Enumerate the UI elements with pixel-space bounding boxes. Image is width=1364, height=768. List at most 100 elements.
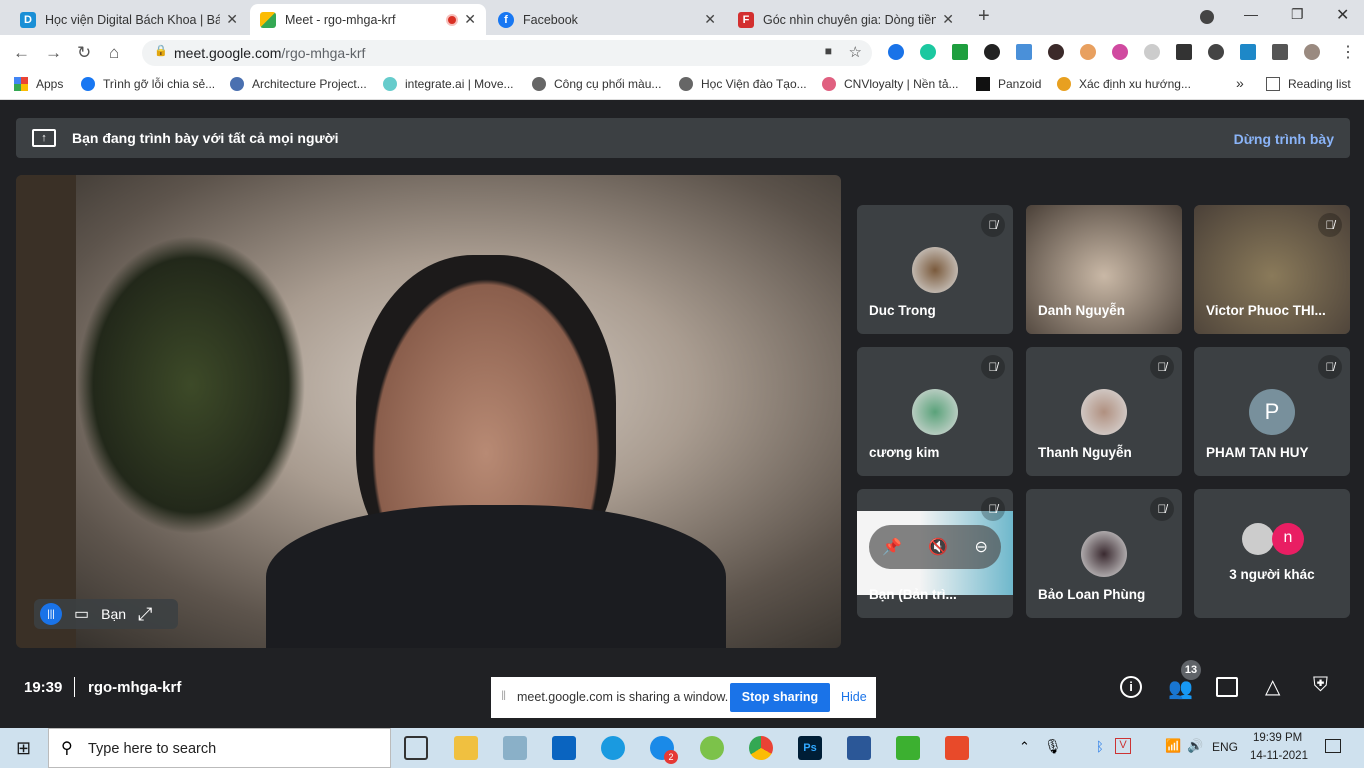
word-icon[interactable] xyxy=(847,736,871,760)
tab-search-icon[interactable] xyxy=(1200,10,1214,24)
participant-tile[interactable]: Danh Nguyễn xyxy=(1026,205,1182,334)
windows-start-icon[interactable]: ⊞ xyxy=(16,738,31,759)
outlook-icon[interactable] xyxy=(552,736,576,760)
extension-icon[interactable] xyxy=(984,44,1000,60)
language-indicator[interactable]: ENG xyxy=(1212,740,1238,754)
fullscreen-icon[interactable]: ⤢ xyxy=(138,604,152,625)
camtasia-recorder-icon[interactable] xyxy=(945,736,969,760)
bookmark-item[interactable]: integrate.ai | Move... xyxy=(383,77,514,91)
participant-tile[interactable]: Bảo Loan Phùng 🎙̸ xyxy=(1026,489,1182,618)
bookmarks-overflow[interactable]: » xyxy=(1236,75,1244,91)
chat-icon[interactable] xyxy=(1216,677,1238,697)
stop-presenting-button[interactable]: Dừng trình bày xyxy=(1234,131,1334,147)
participant-tile[interactable]: Thanh Nguyễn 🎙̸ xyxy=(1026,347,1182,476)
chrome-icon[interactable] xyxy=(749,736,773,760)
bookmark-label: Apps xyxy=(36,77,64,91)
pin-icon[interactable]: 📌 xyxy=(882,537,902,557)
stop-sharing-button[interactable]: Stop sharing xyxy=(730,683,830,712)
participant-name: Danh Nguyễn xyxy=(1038,303,1126,318)
host-controls-shield-icon[interactable]: ⛨ xyxy=(1313,674,1328,697)
bookmark-item[interactable]: Panzoid xyxy=(976,77,1041,91)
tab-title: Góc nhìn chuyên gia: Dòng tiền c xyxy=(763,12,937,27)
tab-goc-nhin[interactable]: F Góc nhìn chuyên gia: Dòng tiền c ✕ xyxy=(728,4,964,35)
show-hidden-icons[interactable]: ⌃ xyxy=(1019,739,1030,755)
notifications-icon[interactable] xyxy=(1325,739,1341,753)
participant-name: Bạn (Bản trì... xyxy=(869,587,957,602)
file-explorer-icon[interactable] xyxy=(454,736,478,760)
volume-icon[interactable]: 🔊 xyxy=(1187,738,1203,754)
extension-icon[interactable] xyxy=(1048,44,1064,60)
avatar xyxy=(912,246,958,293)
tile-hover-controls: 📌 🔇 ⊖ xyxy=(869,525,1001,569)
extension-icon[interactable] xyxy=(1112,44,1128,60)
restore-button[interactable]: ❐ xyxy=(1291,6,1304,23)
extension-icon[interactable] xyxy=(1016,44,1032,60)
microphone-icon[interactable]: 🎙 xyxy=(1044,738,1062,755)
task-view-icon[interactable] xyxy=(404,736,428,760)
extension-icon[interactable] xyxy=(920,44,936,60)
close-tab-icon[interactable]: ✕ xyxy=(942,11,954,28)
extension-icon[interactable] xyxy=(1208,44,1224,60)
profile-avatar[interactable] xyxy=(1304,44,1320,60)
tab-facebook[interactable]: f Facebook ✕ xyxy=(488,4,726,35)
extension-icon[interactable] xyxy=(1080,44,1096,60)
extensions-puzzle-icon[interactable] xyxy=(1272,44,1288,60)
bookmark-item[interactable]: Trình gỡ lỗi chia sẻ... xyxy=(81,77,215,91)
download-icon[interactable] xyxy=(1176,44,1192,60)
address-bar[interactable]: 🔒 meet.google.com/rgo-mhga-krf ■ ☆ xyxy=(142,40,872,66)
photoshop-icon[interactable]: Ps xyxy=(798,736,822,760)
extension-icon[interactable] xyxy=(1240,44,1256,60)
bookmark-item[interactable]: Architecture Project... xyxy=(230,77,367,91)
extension-icon[interactable] xyxy=(888,44,904,60)
menu-icon[interactable]: ⋮ xyxy=(1340,42,1356,62)
wifi-icon[interactable]: 📶 xyxy=(1165,738,1181,754)
participant-tile[interactable]: cương kim 🎙̸ xyxy=(857,347,1013,476)
reading-list[interactable]: Reading list xyxy=(1266,77,1351,91)
extension-icon[interactable] xyxy=(952,44,968,60)
camera-icon[interactable]: ■ xyxy=(825,44,832,58)
bookmark-label: integrate.ai | Move... xyxy=(405,77,514,91)
app-icon[interactable] xyxy=(503,736,527,760)
bookmark-star-icon[interactable]: ☆ xyxy=(849,43,862,61)
home-icon[interactable]: ⌂ xyxy=(109,43,119,63)
participant-tile[interactable]: 📌 🔇 ⊖ Bạn (Bản trì... 🎙̸ xyxy=(857,489,1013,618)
participant-tile[interactable]: Duc Trong 🎙̸ xyxy=(857,205,1013,334)
participant-name: cương kim xyxy=(869,445,940,460)
forward-icon[interactable]: → xyxy=(45,43,62,63)
clock-date[interactable]: 14-11-2021 xyxy=(1250,750,1308,762)
people-count-badge: 13 xyxy=(1181,660,1201,680)
close-tab-icon[interactable]: ✕ xyxy=(464,11,476,28)
activities-icon[interactable]: △ xyxy=(1265,674,1280,699)
zalo-icon[interactable]: 2 xyxy=(650,736,678,764)
taskbar-search-box[interactable]: ⚲ Type here to search xyxy=(48,728,391,768)
app-tray-icon[interactable]: V xyxy=(1115,738,1131,754)
reload-icon[interactable]: ↻ xyxy=(77,43,91,63)
close-tab-icon[interactable]: ✕ xyxy=(226,11,238,28)
drag-handle[interactable]: ‖ xyxy=(501,689,506,703)
clock-time[interactable]: 19:39 PM xyxy=(1253,732,1302,744)
participant-tile[interactable]: Victor Phuoc THI... 🎙̸ xyxy=(1194,205,1350,334)
extension-icon[interactable] xyxy=(1144,44,1160,60)
bookmark-item[interactable]: Học Viện đào Tạo... xyxy=(679,77,807,91)
back-icon[interactable]: ← xyxy=(13,43,30,63)
close-tab-icon[interactable]: ✕ xyxy=(704,11,716,28)
tab-meet[interactable]: Meet - rgo-mhga-krf ✕ xyxy=(250,4,486,35)
mute-icon[interactable]: 🔇 xyxy=(928,537,948,557)
participant-tile[interactable]: P PHAM TAN HUY 🎙̸ xyxy=(1194,347,1350,476)
camtasia-icon[interactable] xyxy=(896,736,920,760)
meeting-details-icon[interactable]: i xyxy=(1120,676,1142,698)
edge-icon[interactable] xyxy=(601,736,625,760)
new-tab-button[interactable]: + xyxy=(978,5,990,28)
bookmark-item[interactable]: CNVloyalty | Nền tả... xyxy=(822,77,959,91)
participant-tile[interactable]: n 3 người khác xyxy=(1194,489,1350,618)
bookmark-item[interactable]: Xác định xu hướng... xyxy=(1057,77,1191,91)
app-icon[interactable] xyxy=(700,736,724,760)
bluetooth-icon[interactable]: ᛒ xyxy=(1096,739,1104,754)
bookmark-apps[interactable]: Apps xyxy=(14,77,63,91)
bookmark-item[interactable]: Công cụ phối màu... xyxy=(532,77,661,91)
minimize-button[interactable]: — xyxy=(1244,6,1258,22)
close-window-button[interactable]: ✕ xyxy=(1336,5,1349,25)
remove-icon[interactable]: ⊖ xyxy=(974,537,987,557)
tab-hoc-vien[interactable]: D Học viện Digital Bách Khoa | Bách ✕ xyxy=(10,4,248,35)
hide-button[interactable]: Hide xyxy=(841,690,867,704)
